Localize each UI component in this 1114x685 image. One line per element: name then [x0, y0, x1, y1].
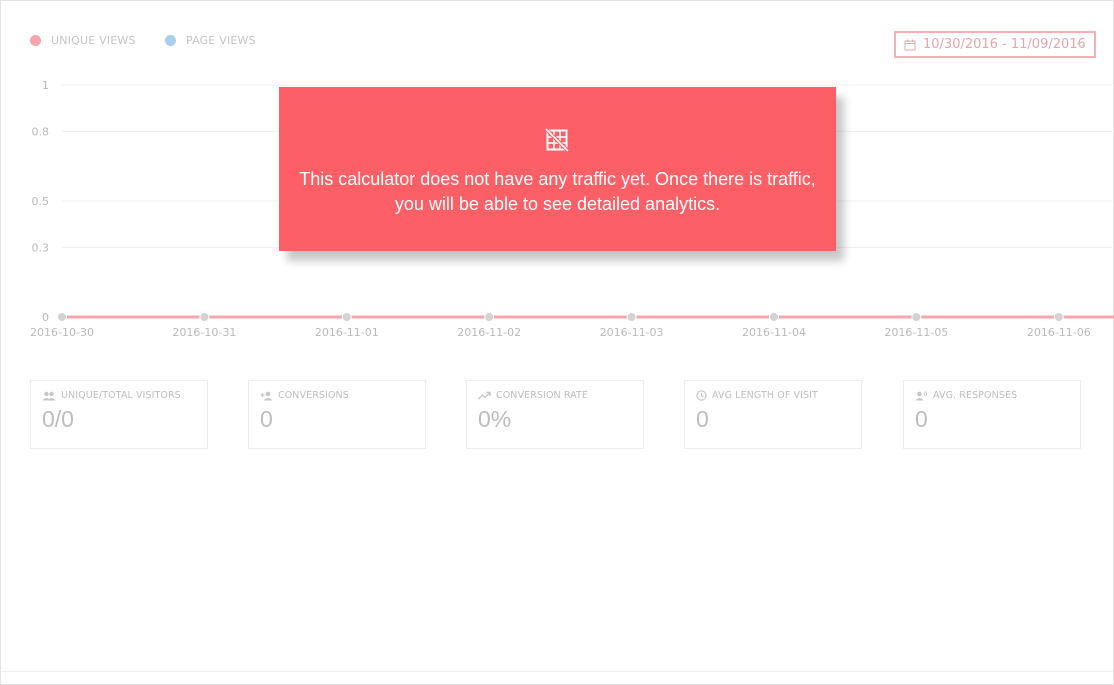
- metric-value: 0/0: [42, 406, 74, 432]
- metric-label: AVG. RESPONSES: [933, 390, 1018, 401]
- data-point: [57, 312, 67, 322]
- metric-label: CONVERSION RATE: [496, 390, 589, 401]
- data-point: [484, 312, 495, 322]
- x-tick-label: 2016-10-30: [30, 326, 94, 339]
- metric-card-avg-length: AVG LENGTH OF VISIT 0: [684, 380, 862, 449]
- legend-unique-views[interactable]: UNIQUE VIEWS: [30, 34, 136, 47]
- data-point: [769, 312, 779, 322]
- metric-card-conversions: CONVERSIONS 0: [248, 380, 426, 449]
- data-point: [341, 312, 352, 322]
- calendar-icon: [904, 39, 916, 51]
- metric-label: UNIQUE/TOTAL VISITORS: [61, 390, 181, 401]
- x-tick-label: 2016-11-03: [600, 326, 664, 339]
- metric-value: 0%: [478, 406, 512, 432]
- data-point: [911, 312, 922, 322]
- metric-card-avg-responses: AVG. RESPONSES 0: [903, 380, 1081, 449]
- metric-card-conversion-rate: CONVERSION RATE 0%: [466, 380, 644, 449]
- data-point: [626, 312, 637, 322]
- x-tick-label: 2016-11-02: [457, 326, 521, 339]
- y-tick-label: 0: [42, 311, 49, 324]
- y-tick-label: 0.3: [32, 241, 50, 254]
- date-range-label: 10/30/2016 - 11/09/2016: [923, 37, 1086, 52]
- person-add-icon: [260, 391, 273, 401]
- metric-value: 0: [915, 406, 928, 432]
- trending-up-icon: [478, 391, 491, 400]
- no-traffic-message: This calculator does not have any traffi…: [299, 169, 816, 214]
- x-tick-label: 2016-11-05: [884, 326, 948, 339]
- x-tick-label: 2016-10-31: [172, 326, 236, 339]
- data-point: [199, 312, 210, 322]
- x-tick-label: 2016-11-04: [742, 326, 806, 339]
- metric-value: 0: [260, 406, 273, 432]
- y-tick-label: 1: [42, 79, 49, 92]
- divider: [1, 671, 1113, 672]
- metric-label: AVG LENGTH OF VISIT: [712, 390, 818, 401]
- unique-views-dot: [30, 35, 41, 46]
- y-tick-label: 0.5: [32, 195, 50, 208]
- no-traffic-overlay: This calculator does not have any traffi…: [279, 87, 836, 251]
- chevron-down-icon: [1076, 40, 1086, 50]
- clock-icon: [696, 390, 707, 401]
- legend-label-page-views: PAGE VIEWS: [186, 34, 256, 47]
- analytics-panel: UNIQUE VIEWS PAGE VIEWS 10/30/2016 - 11/…: [0, 0, 1114, 685]
- x-tick-label: 2016-11-06: [1027, 326, 1091, 339]
- grid-off-icon: [545, 128, 569, 152]
- data-point: [1053, 312, 1064, 322]
- legend-page-views[interactable]: PAGE VIEWS: [165, 34, 256, 47]
- metric-label: CONVERSIONS: [278, 390, 349, 401]
- x-tick-label: 2016-11-01: [315, 326, 379, 339]
- record-voice-icon: [915, 390, 928, 401]
- people-icon: [42, 391, 56, 401]
- date-range-picker[interactable]: 10/30/2016 - 11/09/2016: [894, 31, 1096, 58]
- metric-value: 0: [696, 406, 709, 432]
- y-tick-label: 0.8: [32, 125, 50, 138]
- legend-label-unique-views: UNIQUE VIEWS: [51, 34, 136, 47]
- page-views-dot: [165, 35, 176, 46]
- metric-card-visitors: UNIQUE/TOTAL VISITORS 0/0: [30, 380, 208, 449]
